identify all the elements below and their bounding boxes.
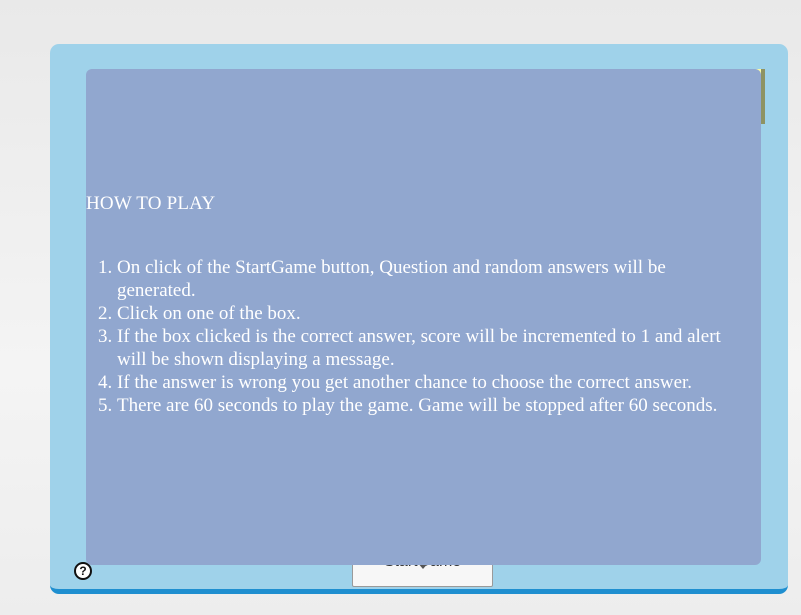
instructions-list: On click of the StartGame button, Questi… xyxy=(86,256,737,417)
instruction-step: If the box clicked is the correct answer… xyxy=(117,325,737,371)
instruction-step: On click of the StartGame button, Questi… xyxy=(117,256,737,302)
instruction-step: Click on one of the box. xyxy=(117,302,737,325)
instruction-step: There are 60 seconds to play the game. G… xyxy=(117,394,737,417)
instruction-step: If the answer is wrong you get another c… xyxy=(117,371,737,394)
instructions-title: HOW TO PLAY xyxy=(86,193,216,214)
instructions-overlay[interactable]: HOW TO PLAY On click of the StartGame bu… xyxy=(86,69,761,565)
